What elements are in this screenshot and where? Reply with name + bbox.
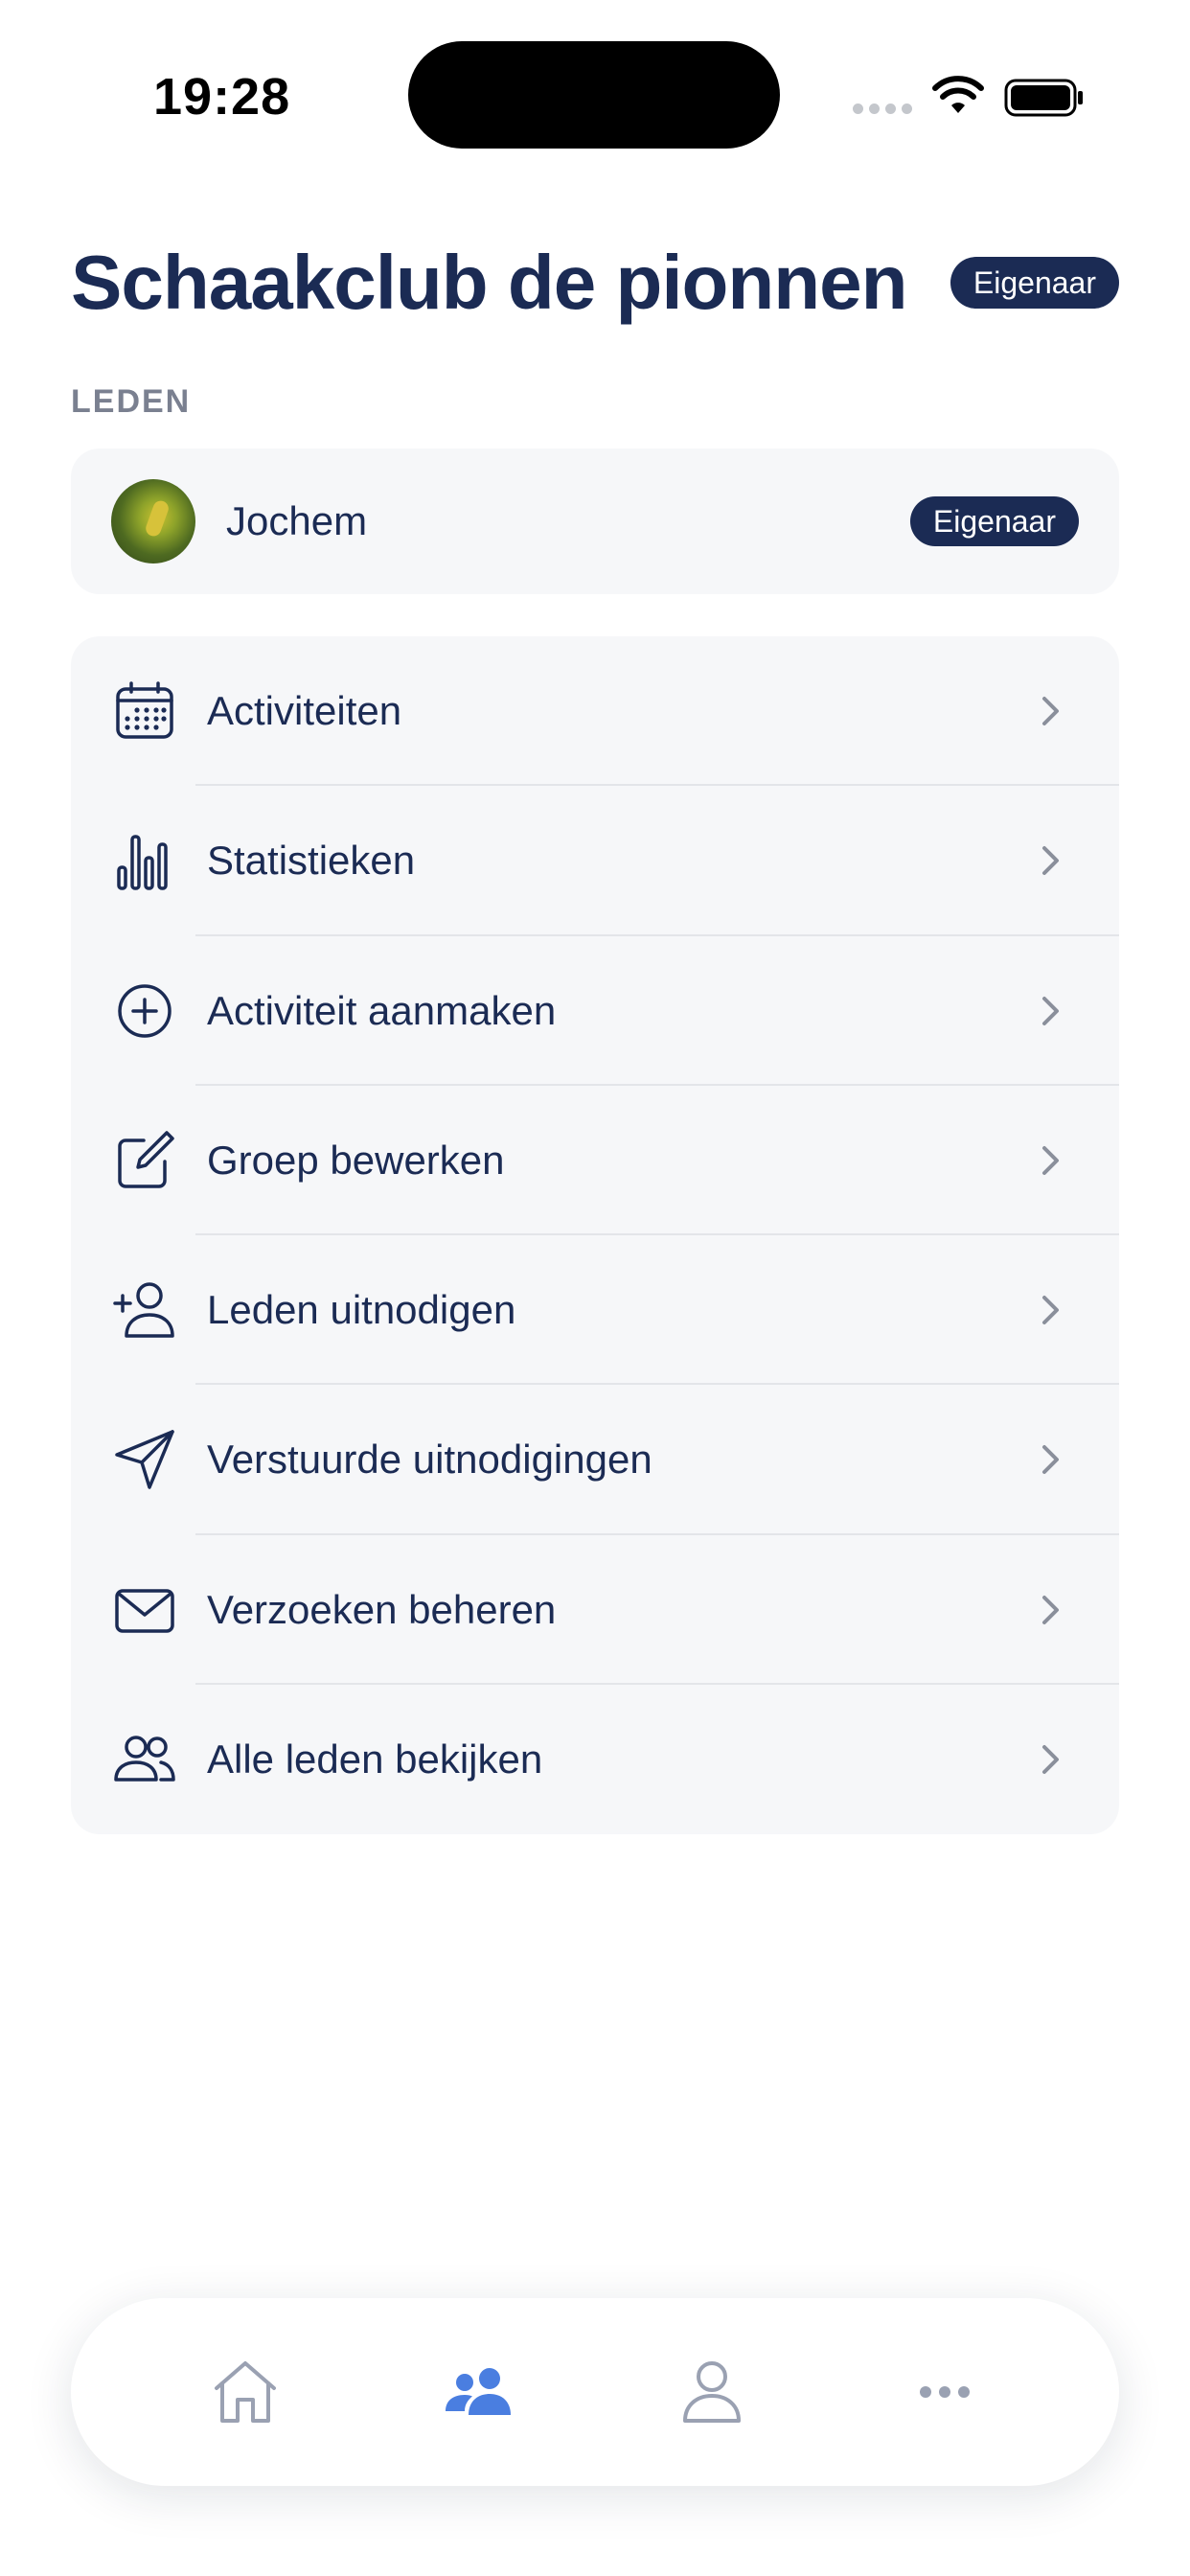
menu-item-statistieken[interactable]: Statistieken xyxy=(71,786,1119,936)
edit-icon xyxy=(113,1129,176,1192)
chevron-right-icon xyxy=(1042,697,1059,726)
menu-item-label: Groep bewerken xyxy=(207,1137,505,1183)
dynamic-island xyxy=(408,41,780,149)
menu-item-verstuurde-uitnodigingen[interactable]: Verstuurde uitnodigingen xyxy=(71,1385,1119,1535)
status-bar: 19:28 xyxy=(0,0,1190,192)
tab-groups[interactable] xyxy=(425,2339,531,2445)
menu-item-label: Statistieken xyxy=(207,838,416,884)
chevron-right-icon xyxy=(1042,996,1059,1025)
menu-item-groep-bewerken[interactable]: Groep bewerken xyxy=(71,1086,1119,1235)
page-header: Schaakclub de pionnen Eigenaar xyxy=(71,235,1119,331)
profile-icon xyxy=(682,2361,741,2423)
plus-circle-icon xyxy=(113,979,176,1043)
bar-chart-icon xyxy=(113,829,176,892)
status-time: 19:28 xyxy=(153,68,291,126)
chevron-right-icon xyxy=(1042,1595,1059,1624)
chevron-right-icon xyxy=(1042,1445,1059,1475)
menu-item-label: Verzoeken beheren xyxy=(207,1586,557,1632)
chevron-right-icon xyxy=(1042,1744,1059,1774)
calendar-icon xyxy=(113,679,176,743)
owner-role-badge: Eigenaar xyxy=(950,257,1119,309)
members-section-label: LEDEN xyxy=(71,383,192,420)
home-icon xyxy=(214,2361,276,2423)
member-row[interactable]: Jochem Eigenaar xyxy=(71,448,1119,594)
wifi-icon xyxy=(932,76,984,113)
menu-item-label: Leden uitnodigen xyxy=(207,1287,516,1333)
tab-more[interactable] xyxy=(892,2339,997,2445)
avatar xyxy=(111,479,195,564)
more-icon xyxy=(920,2386,971,2398)
member-name: Jochem xyxy=(226,498,368,543)
member-role-badge: Eigenaar xyxy=(909,496,1079,546)
chevron-right-icon xyxy=(1042,1145,1059,1175)
battery-icon xyxy=(1004,79,1083,117)
group-menu: Activiteiten Statistieken Activiteit aan… xyxy=(71,636,1119,1834)
group-icon xyxy=(446,2368,512,2415)
menu-item-label: Alle leden bekijken xyxy=(207,1736,543,1782)
tab-profile[interactable] xyxy=(659,2339,765,2445)
page-title: Schaakclub de pionnen xyxy=(71,240,908,325)
menu-item-activiteit-aanmaken[interactable]: Activiteit aanmaken xyxy=(71,936,1119,1086)
user-plus-icon xyxy=(113,1278,176,1342)
users-icon xyxy=(113,1728,176,1791)
chevron-right-icon xyxy=(1042,1296,1059,1325)
menu-item-label: Activiteiten xyxy=(207,688,402,734)
menu-item-leden-uitnodigen[interactable]: Leden uitnodigen xyxy=(71,1235,1119,1386)
menu-item-label: Verstuurde uitnodigingen xyxy=(207,1437,652,1483)
menu-item-alle-leden-bekijken[interactable]: Alle leden bekijken xyxy=(71,1685,1119,1834)
cellular-signal-icon xyxy=(853,104,912,114)
mail-icon xyxy=(113,1578,176,1642)
tab-home[interactable] xyxy=(193,2339,298,2445)
chevron-right-icon xyxy=(1042,846,1059,876)
tab-bar xyxy=(71,2298,1119,2486)
menu-item-label: Activiteit aanmaken xyxy=(207,987,557,1033)
menu-item-activiteiten[interactable]: Activiteiten xyxy=(71,636,1119,787)
menu-item-verzoeken-beheren[interactable]: Verzoeken beheren xyxy=(71,1535,1119,1685)
send-icon xyxy=(113,1428,176,1491)
